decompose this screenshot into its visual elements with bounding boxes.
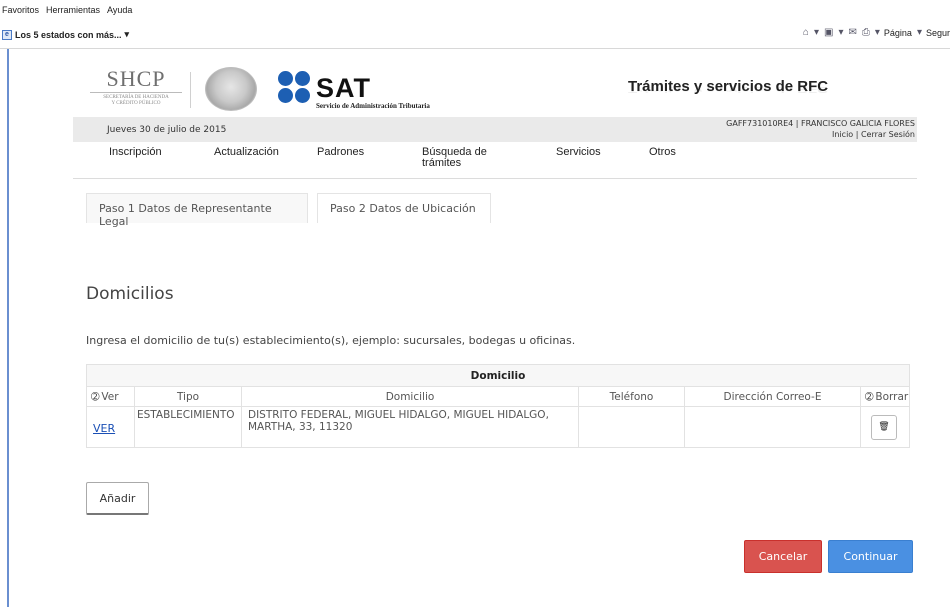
mail-icon[interactable]: ✉ xyxy=(848,27,856,38)
sat-logo: SAT Servicio de Administración Tributari… xyxy=(278,71,498,111)
nav-servicios[interactable]: Servicios xyxy=(556,147,601,158)
main-nav: Inscripción Actualización Padrones Búsqu… xyxy=(73,143,917,179)
nav-inscripcion[interactable]: Inscripción xyxy=(109,147,162,158)
chevron-down-icon[interactable]: ▾ xyxy=(917,27,922,38)
cell-telefono xyxy=(578,406,685,448)
shcp-logo-title: SHCP xyxy=(106,66,166,91)
sat-logo-subtitle: Servicio de Administración Tributaria xyxy=(316,102,430,110)
favorite-link[interactable]: e Los 5 estados con más... ▾ xyxy=(2,29,129,40)
nav-otros[interactable]: Otros xyxy=(649,147,676,158)
window-left-border xyxy=(7,49,9,607)
chevron-down-icon[interactable]: ▾ xyxy=(814,27,819,38)
chevron-down-icon[interactable]: ▾ xyxy=(838,27,843,38)
user-identity: GAFF731010RE4 | FRANCISCO GALICIA FLORES xyxy=(726,119,915,128)
col-telefono: Teléfono xyxy=(578,386,685,407)
section-title: Domicilios xyxy=(86,284,174,304)
shcp-logo-sub2: Y CRÉDITO PÚBLICO xyxy=(111,101,161,106)
col-ver-label: Ver xyxy=(101,390,119,403)
help-icon[interactable]: ➁ xyxy=(91,392,99,403)
continue-button[interactable]: Continuar xyxy=(828,540,913,573)
menu-herramientas[interactable]: Herramientas xyxy=(46,5,100,15)
col-borrar: ➁ Borrar xyxy=(860,386,910,407)
nav-busqueda-tramites[interactable]: Búsqueda de trámites xyxy=(422,147,487,169)
delete-button[interactable]: 🗑 xyxy=(871,415,897,440)
chevron-down-icon: ▾ xyxy=(124,29,130,39)
national-seal-icon xyxy=(205,67,257,111)
shcp-logo-rule xyxy=(90,92,182,93)
feed-icon[interactable]: ▣ xyxy=(824,27,833,38)
cell-tipo: ESTABLECIMIENTO xyxy=(134,406,242,448)
menu-ayuda[interactable]: Ayuda xyxy=(107,5,132,15)
domicilios-table: Domicilio ➁ Ver Tipo Domicilio Teléfono D… xyxy=(86,364,910,448)
home-icon[interactable]: ⌂ xyxy=(803,27,809,38)
current-date: Jueves 30 de julio de 2015 xyxy=(107,125,227,135)
instruction-text: Ingresa el domicilio de tu(s) establecim… xyxy=(86,334,576,347)
safety-menu[interactable]: Segur xyxy=(926,28,950,38)
cancel-button[interactable]: Cancelar xyxy=(744,540,822,573)
page-title-reflection: Trámites y servicios de RFC xyxy=(628,84,829,94)
cell-domicilio: DISTRITO FEDERAL, MIGUEL HIDALGO, MIGUEL… xyxy=(241,406,579,448)
favorite-label: Los 5 estados con más... xyxy=(15,29,122,40)
logo-divider xyxy=(190,72,191,108)
print-icon[interactable]: ⎙ xyxy=(862,27,870,38)
col-tipo: Tipo xyxy=(134,386,242,407)
chevron-down-icon[interactable]: ▾ xyxy=(875,27,880,38)
col-domicilio: Domicilio xyxy=(241,386,579,407)
user-block: GAFF731010RE4 | FRANCISCO GALICIA FLORES… xyxy=(726,118,915,140)
nav-actualizacion[interactable]: Actualización xyxy=(214,147,279,158)
ver-link[interactable]: VER xyxy=(93,422,115,435)
tab-paso-1[interactable]: Paso 1 Datos de Representante Legal xyxy=(86,193,308,228)
sat-logo-title: SAT xyxy=(316,73,371,103)
browser-command-bar: ⌂ ▾ ▣ ▾ ✉ ⎙ ▾ Página ▾ Segur xyxy=(798,27,950,38)
nav-padrones[interactable]: Padrones xyxy=(317,147,364,158)
browser-menubar: Favoritos Herramientas Ayuda xyxy=(0,0,950,20)
col-correo: Dirección Correo-E xyxy=(684,386,861,407)
menu-favoritos[interactable]: Favoritos xyxy=(2,5,39,15)
favorites-bar: e Los 5 estados con más... ▾ ⌂ ▾ ▣ ▾ ✉ ⎙… xyxy=(0,21,950,49)
table-row: VER ESTABLECIMIENTO DISTRITO FEDERAL, MI… xyxy=(86,406,910,448)
col-borrar-label: Borrar xyxy=(875,390,909,403)
cell-borrar: 🗑 xyxy=(860,406,910,448)
tab-paso-2[interactable]: Paso 2 Datos de Ubicación xyxy=(317,193,491,223)
sat-dots-icon xyxy=(278,71,312,105)
user-info-bar: Jueves 30 de julio de 2015 GAFF731010RE4… xyxy=(73,117,917,142)
page-menu[interactable]: Página xyxy=(884,28,912,38)
shcp-logo: SHCP SECRETARÍA DE HACIENDA Y CRÉDITO PÚ… xyxy=(88,68,184,107)
col-ver: ➁ Ver xyxy=(86,386,135,407)
cell-correo xyxy=(684,406,861,448)
add-button[interactable]: Añadir xyxy=(86,482,149,515)
ie-page-icon: e xyxy=(2,29,12,40)
table-group-header: Domicilio xyxy=(86,364,910,387)
session-links[interactable]: Inicio | Cerrar Sesión xyxy=(726,129,915,140)
trash-icon: 🗑 xyxy=(878,422,890,432)
help-icon[interactable]: ➁ xyxy=(865,392,873,403)
cell-ver: VER xyxy=(86,406,135,448)
